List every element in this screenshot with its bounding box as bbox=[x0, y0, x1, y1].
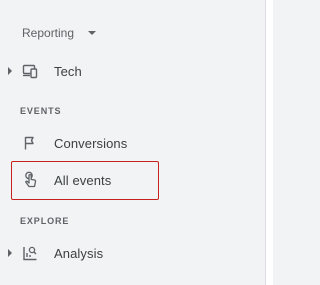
reporting-dropdown[interactable]: Reporting bbox=[22, 26, 97, 40]
content-area bbox=[266, 0, 273, 285]
sidebar-panel: Reporting Tech EVENTS Conversions All ev… bbox=[0, 0, 265, 285]
sidebar-item-label: Analysis bbox=[54, 245, 104, 261]
expand-arrow-icon[interactable] bbox=[8, 67, 12, 75]
devices-icon bbox=[20, 61, 40, 81]
sidebar-item-label: All events bbox=[54, 172, 112, 188]
touch-icon bbox=[20, 170, 40, 190]
sidebar-item-conversions[interactable]: Conversions bbox=[0, 127, 265, 159]
sidebar-item-label: Conversions bbox=[54, 135, 128, 151]
sidebar-item-all-events[interactable]: All events bbox=[0, 164, 265, 196]
reporting-label: Reporting bbox=[22, 26, 75, 40]
sidebar-item-label: Tech bbox=[54, 63, 82, 79]
flag-icon bbox=[20, 133, 40, 153]
section-header-explore: EXPLORE bbox=[20, 216, 70, 226]
analysis-icon bbox=[20, 243, 40, 263]
chevron-down-icon bbox=[88, 31, 97, 35]
sidebar-item-analysis[interactable]: Analysis bbox=[0, 237, 265, 269]
section-header-events: EVENTS bbox=[20, 106, 62, 116]
expand-arrow-icon[interactable] bbox=[8, 249, 12, 257]
sidebar-item-tech[interactable]: Tech bbox=[0, 55, 265, 87]
